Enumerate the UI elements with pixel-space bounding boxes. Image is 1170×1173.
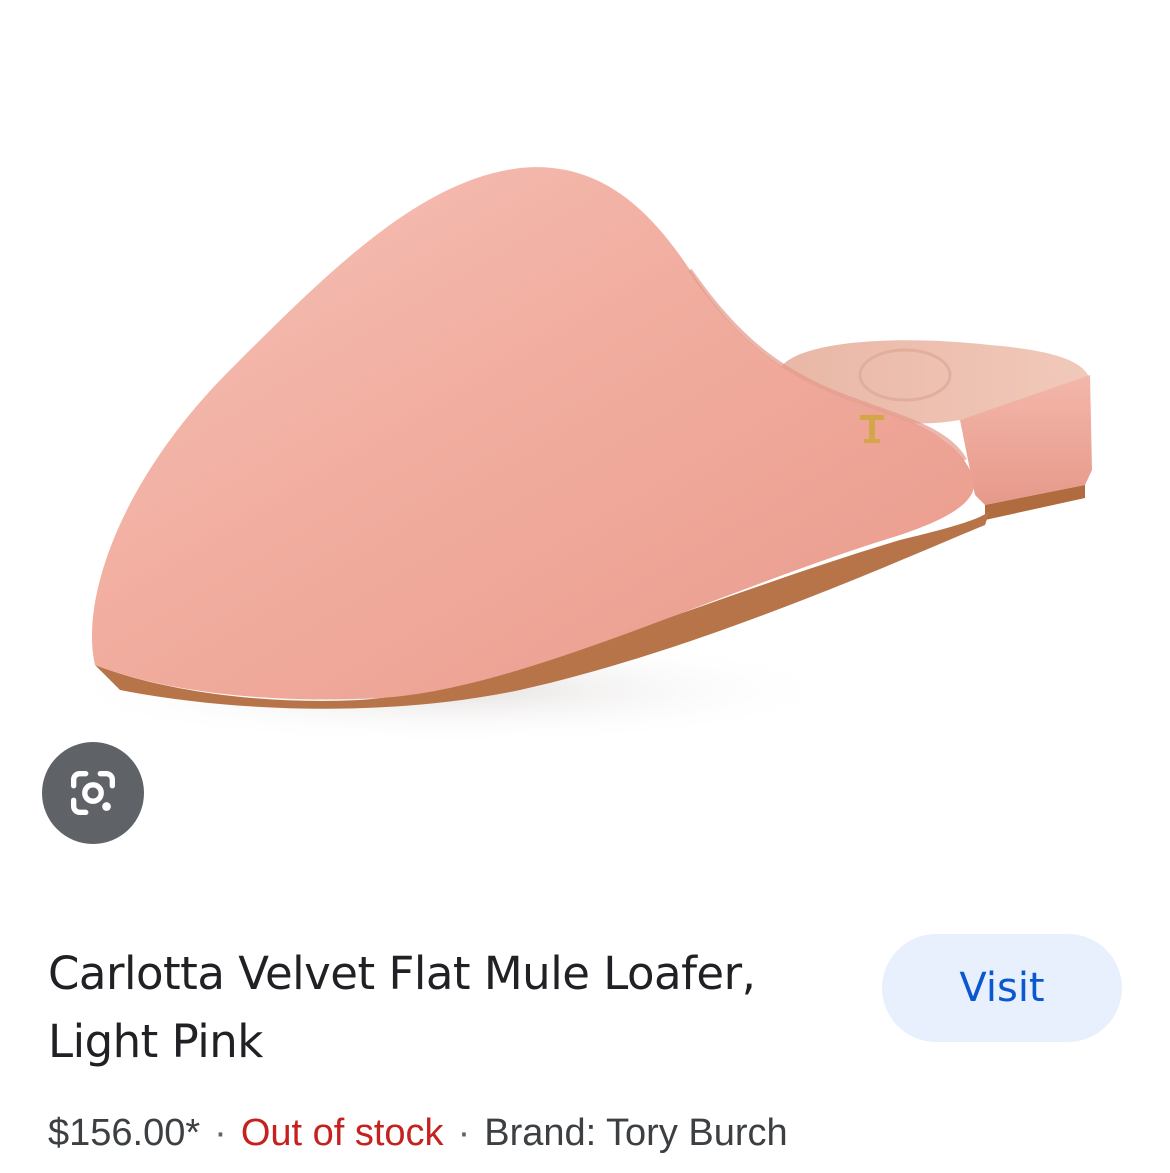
product-meta: $156.00* · Out of stock · Brand: Tory Burch [48, 1108, 788, 1158]
google-lens-button[interactable] [42, 742, 144, 844]
product-title: Carlotta Velvet Flat Mule Loafer, Light … [48, 947, 756, 1068]
visit-button[interactable]: Visit [882, 934, 1122, 1042]
brand: Brand: Tory Burch [484, 1112, 788, 1154]
price: $156.00* [48, 1112, 201, 1154]
separator: · [214, 1112, 227, 1154]
google-lens-icon [71, 771, 115, 815]
shoe-upper [91, 167, 975, 700]
separator: · [457, 1112, 471, 1154]
shoe-illustration [50, 167, 1092, 745]
product-image[interactable] [0, 0, 1170, 880]
stock-status: Out of stock [240, 1112, 444, 1154]
